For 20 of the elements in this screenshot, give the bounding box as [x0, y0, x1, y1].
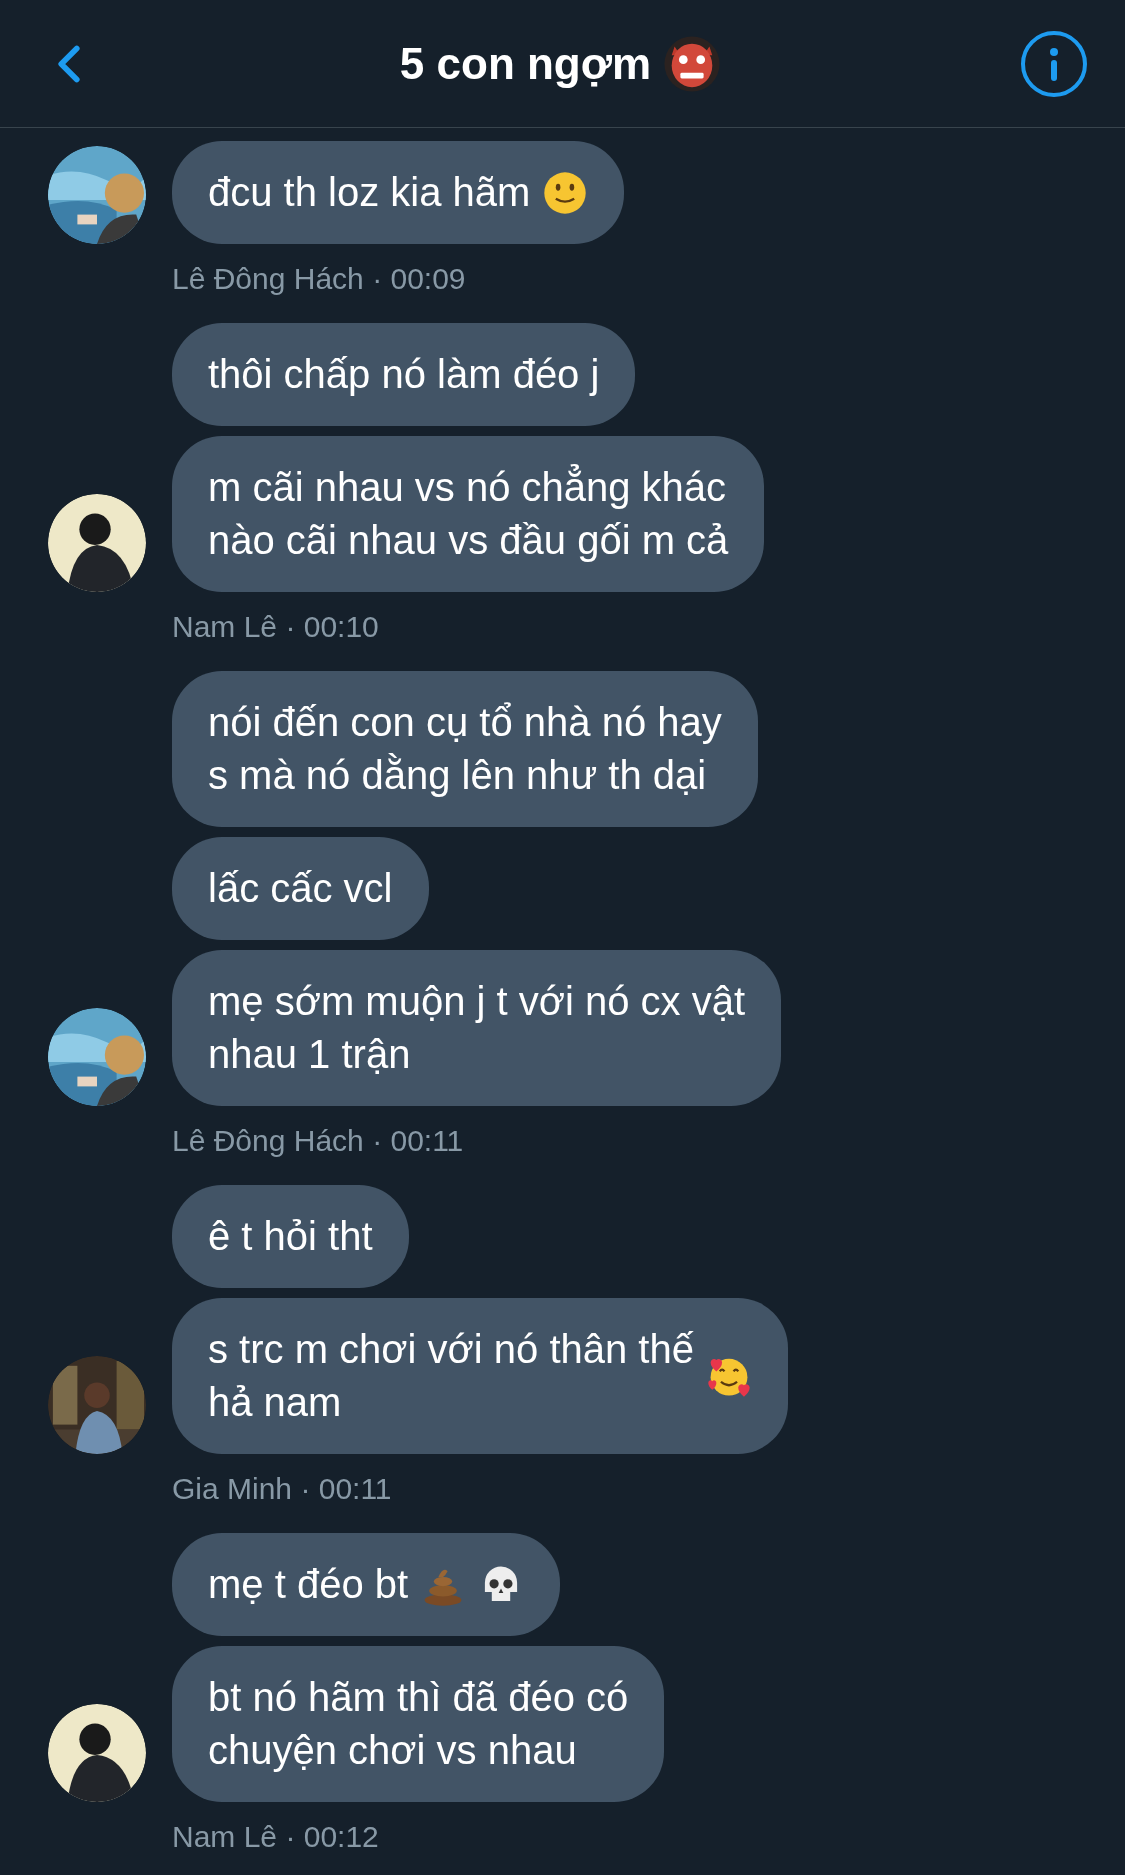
sender-and-time: Lê Đông Hách · 00:11: [172, 1123, 464, 1159]
info-button[interactable]: [1021, 30, 1087, 97]
conversation-title: 5 con ngợm: [399, 37, 652, 90]
info-icon: [1049, 46, 1059, 81]
message-text: mẹ t đéo bt: [208, 1561, 409, 1608]
message-text: thôi chấp nó làm đéo j: [208, 351, 600, 398]
ogre-mask-icon: [663, 34, 722, 93]
sender-and-time: Nam Lê · 00:12: [172, 1819, 379, 1855]
message-text: lấc cấc vcl: [208, 865, 393, 912]
message-text: bt nó hãm thì đã đéo có chuyện chơi vs nhau: [208, 1674, 629, 1774]
message-text: mẹ sớm muộn j t với nó cx vật nhau 1 trận: [208, 978, 746, 1078]
message-text: s trc m chơi với nó thân thế hả nam: [208, 1326, 694, 1426]
message-text: nói đến con cụ tổ nhà nó hay s mà nó dằng lên như th dại: [208, 699, 722, 799]
message-text: ê t hỏi tht: [208, 1213, 373, 1260]
message-text: m cãi nhau vs nó chẳng khác nào cãi nhau vs đầu gối m cả: [208, 463, 729, 564]
sender-and-time: Gia Minh · 00:11: [172, 1471, 392, 1507]
smiling-face-icon: [542, 169, 589, 216]
sender-and-time: Lê Đông Hách · 00:09: [172, 261, 466, 297]
sender-and-time: Nam Lê · 00:10: [172, 609, 379, 645]
message-text: đcu th loz kia hãm: [208, 169, 531, 216]
